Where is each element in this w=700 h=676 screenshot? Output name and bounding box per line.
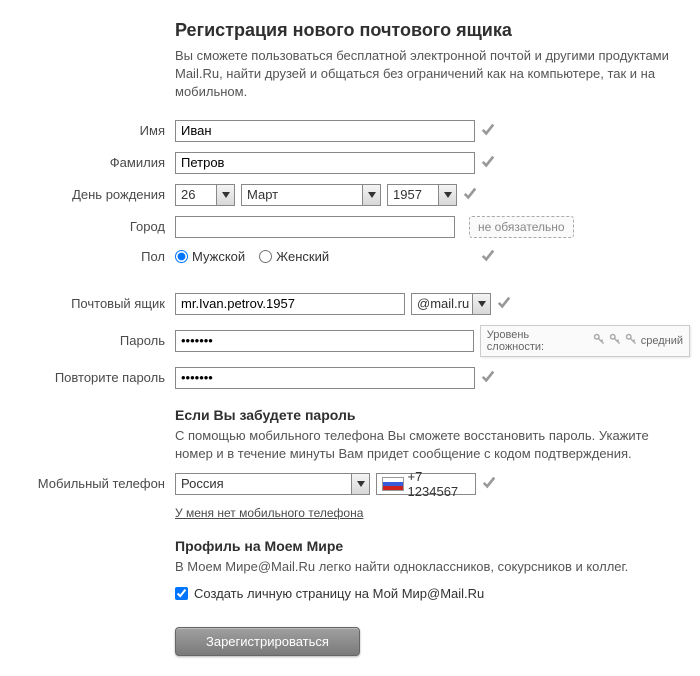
- create-profile-checkbox[interactable]: [175, 587, 188, 600]
- page-subtitle: Вы сможете пользоваться бесплатной элект…: [175, 47, 690, 102]
- check-icon: [481, 154, 497, 171]
- city-optional-hint: не обязательно: [469, 216, 574, 238]
- password-input[interactable]: [175, 330, 474, 352]
- label-city: Город: [10, 219, 175, 234]
- check-icon: [481, 369, 497, 386]
- flag-russia-icon: [382, 477, 404, 491]
- profile-title: Профиль на Моем Мире: [175, 538, 690, 554]
- key-icon: [593, 333, 605, 348]
- strength-value: средний: [641, 335, 683, 347]
- password-confirm-input[interactable]: [175, 367, 475, 389]
- gender-male-radio[interactable]: Мужской: [175, 249, 245, 264]
- phone-value: +7 1234567: [408, 469, 475, 499]
- chevron-down-icon: [438, 185, 456, 205]
- birthday-month-select[interactable]: Март: [241, 184, 381, 206]
- country-select[interactable]: Россия: [175, 473, 370, 495]
- birthday-year-select[interactable]: 1957: [387, 184, 457, 206]
- label-password: Пароль: [10, 333, 175, 348]
- check-icon: [481, 248, 497, 265]
- password-strength-hint: Уровень сложности: средний: [480, 325, 690, 357]
- gender-female-radio[interactable]: Женский: [259, 249, 329, 264]
- gender-male-label: Мужской: [192, 249, 245, 264]
- strength-label: Уровень сложности:: [487, 329, 589, 353]
- label-gender: Пол: [10, 249, 175, 264]
- recovery-text: С помощью мобильного телефона Вы сможете…: [175, 427, 690, 463]
- chevron-down-icon: [351, 474, 369, 494]
- profile-text: В Моем Мире@Mail.Ru легко найти одноклас…: [175, 558, 690, 576]
- no-phone-link[interactable]: У меня нет мобильного телефона: [175, 506, 363, 520]
- birthday-day-select[interactable]: 26: [175, 184, 235, 206]
- check-icon: [497, 295, 513, 312]
- create-profile-label: Создать личную страницу на Мой Мир@Mail.…: [194, 586, 484, 601]
- check-icon: [482, 475, 498, 492]
- label-mailbox: Почтовый ящик: [10, 296, 175, 311]
- check-icon: [481, 122, 497, 139]
- check-icon: [463, 186, 479, 203]
- label-last-name: Фамилия: [10, 155, 175, 170]
- gender-male-input[interactable]: [175, 250, 188, 263]
- selected-month: Март: [247, 187, 278, 202]
- label-mobile: Мобильный телефон: [10, 476, 175, 491]
- registration-form: Регистрация нового почтового ящика Вы см…: [10, 20, 690, 656]
- chevron-down-icon: [362, 185, 380, 205]
- selected-year: 1957: [393, 187, 422, 202]
- last-name-input[interactable]: [175, 152, 475, 174]
- mailbox-input[interactable]: [175, 293, 405, 315]
- label-password-confirm: Повторите пароль: [10, 370, 175, 385]
- selected-domain: @mail.ru: [417, 296, 469, 311]
- city-input[interactable]: [175, 216, 455, 238]
- label-first-name: Имя: [10, 123, 175, 138]
- gender-female-label: Женский: [276, 249, 329, 264]
- phone-input[interactable]: +7 1234567: [376, 473, 476, 495]
- label-birthday: День рождения: [10, 187, 175, 202]
- chevron-down-icon: [472, 294, 490, 314]
- selected-country: Россия: [181, 476, 224, 491]
- gender-female-input[interactable]: [259, 250, 272, 263]
- first-name-input[interactable]: [175, 120, 475, 142]
- key-icon: [625, 333, 637, 348]
- recovery-title: Если Вы забудете пароль: [175, 407, 690, 423]
- key-icon: [609, 333, 621, 348]
- submit-button[interactable]: Зарегистрироваться: [175, 627, 360, 656]
- domain-select[interactable]: @mail.ru: [411, 293, 491, 315]
- page-title: Регистрация нового почтового ящика: [175, 20, 690, 41]
- selected-day: 26: [181, 187, 195, 202]
- chevron-down-icon: [216, 185, 234, 205]
